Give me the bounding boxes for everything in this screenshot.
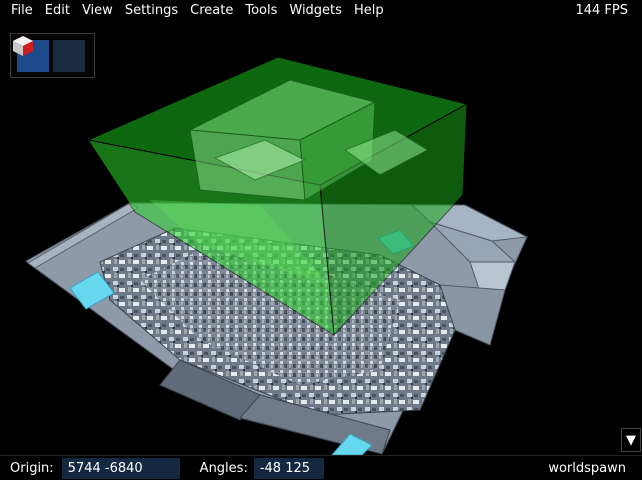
origin-field[interactable]: 5744 -6840 8800 [61, 457, 180, 479]
3d-viewport[interactable] [0, 21, 642, 455]
menu-widgets[interactable]: Widgets [283, 0, 348, 21]
entity-name: worldspawn [548, 461, 626, 476]
status-bar: Origin: 5744 -6840 8800 Angles: -48 125 … [0, 455, 642, 480]
menu-create[interactable]: Create [184, 0, 239, 21]
menu-bar: File Edit View Settings Create Tools Wid… [0, 0, 642, 21]
origin-label: Origin: [10, 460, 54, 476]
menu-view[interactable]: View [76, 0, 119, 21]
menu-help[interactable]: Help [348, 0, 390, 21]
angles-field[interactable]: -48 125 0 [253, 457, 324, 479]
menu-settings[interactable]: Settings [119, 0, 184, 21]
angles-label: Angles: [199, 460, 248, 476]
level-render [25, 56, 529, 455]
chevron-down-icon[interactable]: ▼ [621, 428, 641, 452]
menu-tools[interactable]: Tools [239, 0, 283, 21]
textured-cube-button[interactable] [13, 36, 85, 72]
menu-file[interactable]: File [0, 0, 39, 21]
textured-cube-icon [13, 36, 33, 56]
menu-edit[interactable]: Edit [39, 0, 76, 21]
mode-toolbar [10, 33, 95, 78]
fps-counter: 144 FPS [575, 3, 628, 18]
